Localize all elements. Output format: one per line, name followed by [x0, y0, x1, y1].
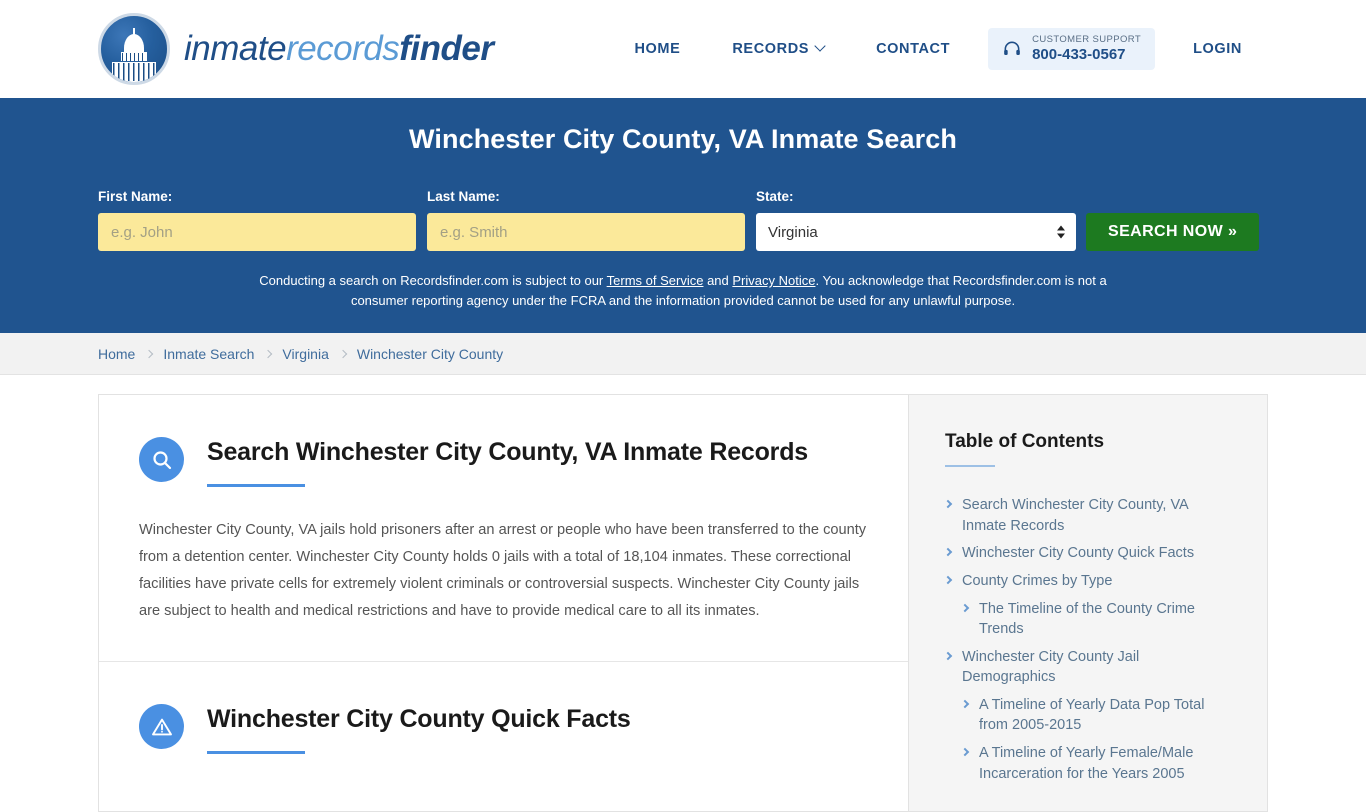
section-title-search-records: Search Winchester City County, VA Inmate…	[207, 438, 808, 467]
toc-item[interactable]: The Timeline of the County Crime Trends	[945, 599, 1235, 640]
chevron-right-icon	[943, 575, 953, 585]
state-select-value: Virginia	[768, 223, 818, 241]
toc-link[interactable]: A Timeline of Yearly Female/Male Incarce…	[979, 743, 1235, 784]
section-search-records: Search Winchester City County, VA Inmate…	[99, 395, 908, 661]
nav-item-login[interactable]: LOGIN	[1167, 41, 1268, 57]
terms-of-service-link[interactable]: Terms of Service	[607, 273, 704, 288]
nav-item-records-label: RECORDS	[732, 40, 810, 57]
toc-item[interactable]: A Timeline of Yearly Female/Male Incarce…	[945, 743, 1235, 784]
last-name-input[interactable]	[427, 213, 745, 251]
chevron-right-icon	[960, 747, 970, 757]
capitol-dome-icon	[98, 13, 170, 85]
support-phone[interactable]: 800-433-0567	[1032, 46, 1141, 63]
chevron-right-icon	[943, 500, 953, 509]
site-header: inmaterecordsfinder HOME RECORDS CONTACT…	[0, 0, 1366, 98]
toc-title: Table of Contents	[945, 431, 1105, 453]
state-select[interactable]: Virginia	[756, 213, 1076, 251]
nav-item-home[interactable]: HOME	[608, 41, 706, 57]
chevron-right-icon	[943, 548, 953, 557]
warning-circle-icon	[139, 704, 184, 750]
logo-part-1: inmate	[184, 29, 287, 68]
logo-part-2: records	[286, 29, 400, 68]
breadcrumb-separator-icon	[264, 349, 273, 359]
breadcrumb-item-home[interactable]: Home	[98, 346, 135, 362]
section-title-quick-facts: Winchester City County Quick Facts	[207, 705, 631, 734]
nav-item-records[interactable]: RECORDS	[706, 40, 850, 57]
chevron-right-icon	[960, 699, 970, 709]
support-label: CUSTOMER SUPPORT	[1032, 33, 1142, 45]
toc-link[interactable]: County Crimes by Type	[962, 571, 1112, 592]
toc-link[interactable]: A Timeline of Yearly Data Pop Total from…	[979, 695, 1235, 736]
search-disclaimer: Conducting a search on Recordsfinder.com…	[253, 271, 1113, 311]
inmate-search-form: First Name: Last Name: State: Virginia	[98, 189, 1268, 251]
breadcrumb-item-inmate-search[interactable]: Inmate Search	[163, 346, 254, 362]
first-name-input[interactable]	[98, 213, 416, 251]
disclaimer-part-1: Conducting a search on Recordsfinder.com…	[259, 273, 607, 288]
table-of-contents: Table of Contents Search Winchester City…	[908, 394, 1268, 812]
site-logo[interactable]: inmaterecordsfinder	[98, 13, 494, 85]
state-label: State:	[756, 189, 794, 204]
chevron-down-icon	[814, 40, 826, 52]
toc-item[interactable]: A Timeline of Yearly Data Pop Total from…	[945, 695, 1235, 736]
main-navigation: HOME RECORDS CONTACT CUSTOMER SUPPORT 80…	[608, 27, 1268, 71]
chevron-right-icon	[943, 651, 953, 660]
disclaimer-part-2: and	[703, 273, 733, 288]
section-body-search-records: Winchester City County, VA jails hold pr…	[139, 522, 867, 620]
toc-accent-bar	[945, 465, 995, 468]
last-name-label: Last Name:	[427, 189, 500, 204]
nav-item-contact-label: CONTACT	[876, 40, 951, 57]
toc-link[interactable]: Search Winchester City County, VA Inmate…	[962, 495, 1235, 536]
first-name-label: First Name:	[98, 189, 173, 204]
nav-item-home-label: HOME	[634, 40, 681, 57]
page-title: Winchester City County, VA Inmate Search	[409, 124, 957, 154]
breadcrumb-separator-icon	[338, 349, 348, 359]
breadcrumb-item-virginia[interactable]: Virginia	[282, 346, 328, 362]
title-accent-bar	[207, 751, 305, 755]
logo-part-3: finder	[399, 29, 494, 68]
page-body: Search Winchester City County, VA Inmate…	[98, 394, 1268, 812]
section-quick-facts: Winchester City County Quick Facts	[99, 661, 908, 790]
breadcrumb-separator-icon	[145, 349, 154, 359]
toc-list: Search Winchester City County, VA Inmate…	[943, 495, 1235, 784]
nav-item-login-label: LOGIN	[1193, 40, 1242, 57]
search-circle-icon	[139, 437, 184, 483]
breadcrumb: Home Inmate Search Virginia Winchester C…	[0, 333, 1366, 376]
title-accent-bar	[207, 484, 305, 488]
toc-item[interactable]: County Crimes by Type	[943, 571, 1235, 592]
toc-link[interactable]: Winchester City County Jail Demographics	[962, 647, 1235, 688]
hero-search-banner: Winchester City County, VA Inmate Search…	[0, 98, 1366, 334]
toc-item[interactable]: Search Winchester City County, VA Inmate…	[943, 495, 1235, 536]
logo-wordmark: inmaterecordsfinder	[184, 29, 494, 69]
nav-item-contact[interactable]: CONTACT	[850, 41, 976, 57]
main-content: Search Winchester City County, VA Inmate…	[98, 394, 908, 812]
toc-link[interactable]: Winchester City County Quick Facts	[962, 543, 1194, 564]
toc-item[interactable]: Winchester City County Jail Demographics	[943, 647, 1235, 688]
chevron-right-icon	[960, 603, 970, 612]
toc-item[interactable]: Winchester City County Quick Facts	[943, 543, 1235, 564]
headset-icon	[1004, 41, 1020, 55]
toc-link[interactable]: The Timeline of the County Crime Trends	[979, 599, 1235, 640]
search-now-button[interactable]: SEARCH NOW »	[1086, 213, 1260, 251]
breadcrumb-item-current: Winchester City County	[356, 345, 504, 362]
privacy-notice-link[interactable]: Privacy Notice	[732, 273, 815, 288]
customer-support-badge[interactable]: CUSTOMER SUPPORT 800-433-0567	[988, 27, 1156, 71]
